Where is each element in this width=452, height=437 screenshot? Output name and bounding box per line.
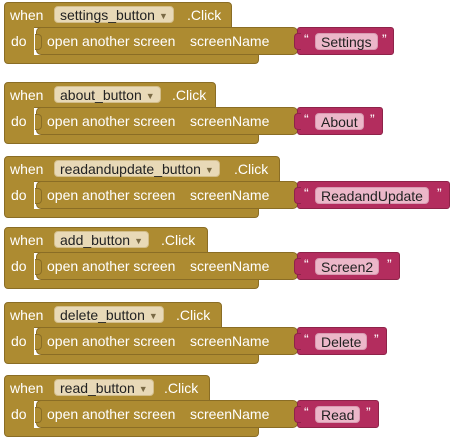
quote-open: “ bbox=[304, 404, 309, 420]
value-plug bbox=[294, 406, 301, 423]
text-block[interactable]: “ About ” bbox=[294, 107, 383, 135]
open-screen-block[interactable]: open another screen screenName bbox=[35, 252, 298, 280]
quote-close: ” bbox=[437, 185, 442, 201]
statement-notch bbox=[35, 259, 42, 275]
chevron-down-icon: ▼ bbox=[138, 384, 148, 394]
click-event-label: .Click bbox=[172, 87, 207, 103]
value-plug bbox=[294, 113, 301, 130]
statement-notch bbox=[35, 34, 42, 50]
chevron-down-icon: ▼ bbox=[158, 11, 168, 21]
open-screen-block[interactable]: open another screen screenName bbox=[35, 327, 298, 355]
component-name: settings_button bbox=[60, 7, 155, 23]
value-plug bbox=[294, 33, 301, 50]
component-name: about_button bbox=[60, 87, 142, 103]
component-dropdown[interactable]: readandupdate_button ▼ bbox=[54, 160, 220, 177]
component-dropdown[interactable]: add_button ▼ bbox=[54, 231, 149, 248]
screen-name-text[interactable]: Screen2 bbox=[315, 258, 380, 275]
screen-name-param: screenName bbox=[190, 333, 270, 349]
quote-open: “ bbox=[304, 185, 309, 201]
event-footer bbox=[4, 209, 259, 218]
click-event-label: .Click bbox=[234, 161, 269, 177]
when-keyword: when bbox=[10, 307, 44, 323]
value-plug bbox=[294, 187, 301, 204]
when-keyword: when bbox=[10, 87, 44, 103]
chevron-down-icon: ▼ bbox=[148, 311, 158, 321]
click-event-label: .Click bbox=[187, 7, 222, 23]
text-block[interactable]: “ Settings ” bbox=[294, 27, 394, 55]
value-plug bbox=[294, 333, 301, 350]
statement-notch bbox=[35, 407, 42, 423]
statement-notch bbox=[35, 188, 42, 204]
click-event-label: .Click bbox=[176, 307, 211, 323]
open-screen-block[interactable]: open another screen screenName bbox=[35, 27, 298, 55]
screen-name-text[interactable]: About bbox=[315, 113, 364, 130]
screen-name-param: screenName bbox=[190, 187, 270, 203]
component-dropdown[interactable]: read_button ▼ bbox=[54, 379, 154, 396]
text-block[interactable]: “ Screen2 ” bbox=[294, 252, 400, 280]
do-keyword: do bbox=[11, 333, 27, 349]
open-screen-label: open another screen bbox=[47, 406, 176, 422]
event-footer bbox=[4, 135, 259, 144]
open-screen-block[interactable]: open another screen screenName bbox=[35, 181, 298, 209]
text-block[interactable]: “ Delete ” bbox=[294, 327, 387, 355]
statement-notch bbox=[35, 114, 42, 130]
component-dropdown[interactable]: about_button ▼ bbox=[54, 86, 161, 103]
screen-name-param: screenName bbox=[190, 113, 270, 129]
click-event-label: .Click bbox=[161, 232, 196, 248]
event-footer bbox=[4, 428, 259, 437]
quote-open: “ bbox=[304, 331, 309, 347]
open-screen-label: open another screen bbox=[47, 187, 176, 203]
screen-name-text[interactable]: Settings bbox=[315, 33, 378, 50]
screen-name-text[interactable]: Delete bbox=[315, 333, 368, 350]
component-name: read_button bbox=[60, 380, 135, 396]
component-dropdown[interactable]: settings_button ▼ bbox=[54, 6, 174, 23]
do-keyword: do bbox=[11, 258, 27, 274]
open-screen-label: open another screen bbox=[47, 333, 176, 349]
open-screen-label: open another screen bbox=[47, 33, 176, 49]
click-event-label: .Click bbox=[164, 380, 199, 396]
open-screen-label: open another screen bbox=[47, 113, 176, 129]
do-keyword: do bbox=[11, 406, 27, 422]
quote-open: “ bbox=[304, 31, 309, 47]
screen-name-param: screenName bbox=[190, 33, 270, 49]
chevron-down-icon: ▼ bbox=[145, 91, 155, 101]
screen-name-text[interactable]: Read bbox=[315, 406, 361, 423]
text-block[interactable]: “ ReadandUpdate ” bbox=[294, 181, 450, 209]
quote-open: “ bbox=[304, 111, 309, 127]
screen-name-param: screenName bbox=[190, 406, 270, 422]
value-plug bbox=[294, 258, 301, 275]
chevron-down-icon: ▼ bbox=[204, 165, 214, 175]
open-screen-label: open another screen bbox=[47, 258, 176, 274]
quote-close: ” bbox=[382, 31, 387, 47]
quote-close: ” bbox=[370, 111, 375, 127]
open-screen-block[interactable]: open another screen screenName bbox=[35, 107, 298, 135]
do-keyword: do bbox=[11, 33, 27, 49]
open-screen-block[interactable]: open another screen screenName bbox=[35, 400, 298, 428]
quote-close: ” bbox=[387, 256, 392, 272]
event-footer bbox=[4, 55, 259, 64]
when-keyword: when bbox=[10, 232, 44, 248]
screen-name-text[interactable]: ReadandUpdate bbox=[315, 187, 429, 204]
text-block[interactable]: “ Read ” bbox=[294, 400, 379, 428]
quote-close: ” bbox=[366, 404, 371, 420]
event-footer bbox=[4, 280, 259, 289]
chevron-down-icon: ▼ bbox=[134, 236, 143, 246]
when-keyword: when bbox=[10, 161, 44, 177]
do-keyword: do bbox=[11, 113, 27, 129]
do-keyword: do bbox=[11, 187, 27, 203]
screen-name-param: screenName bbox=[190, 258, 270, 274]
when-keyword: when bbox=[10, 380, 44, 396]
component-name: add_button bbox=[60, 232, 131, 248]
component-name: readandupdate_button bbox=[60, 161, 201, 177]
quote-close: ” bbox=[374, 331, 379, 347]
quote-open: “ bbox=[304, 256, 309, 272]
component-name: delete_button bbox=[60, 307, 145, 323]
statement-notch bbox=[35, 334, 42, 350]
component-dropdown[interactable]: delete_button ▼ bbox=[54, 306, 164, 323]
when-keyword: when bbox=[10, 7, 44, 23]
event-footer bbox=[4, 355, 259, 364]
